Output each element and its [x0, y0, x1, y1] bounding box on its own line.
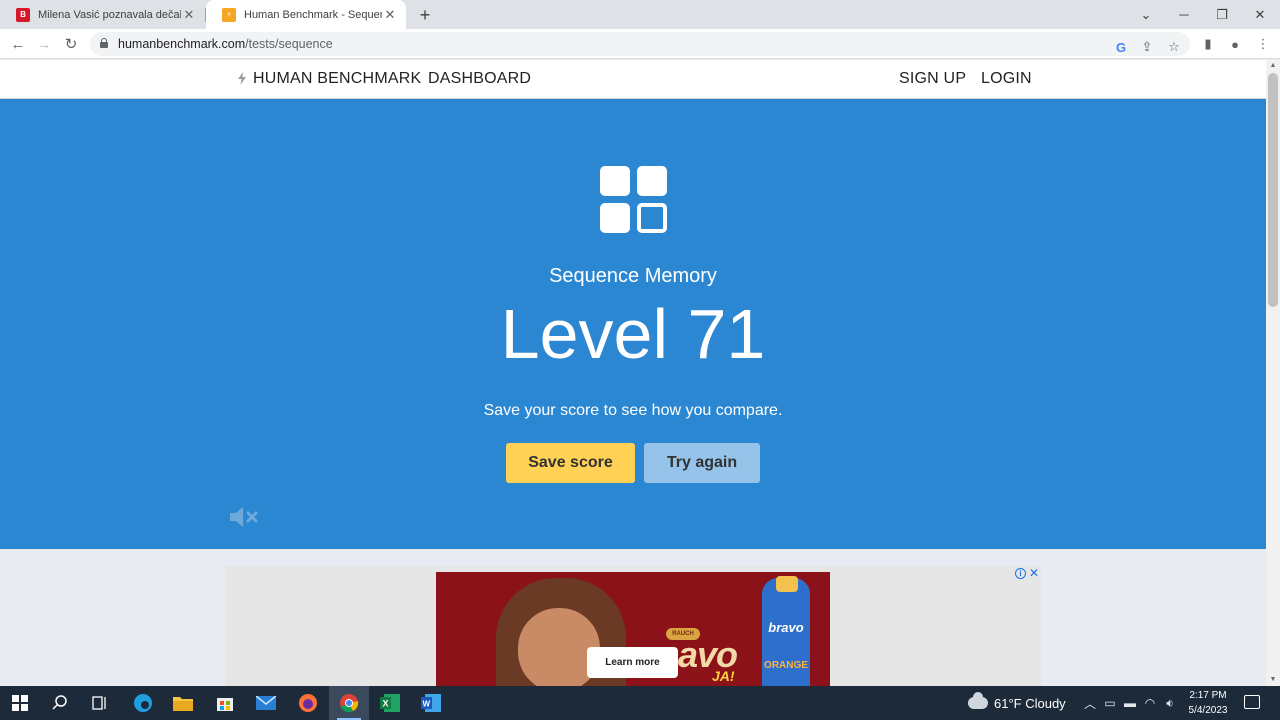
save-score-button[interactable]: Save score — [506, 443, 635, 483]
side-panel-icon[interactable]: ▮ — [1197, 33, 1219, 55]
tab-title: Milena Vasić poznavala dečaka k — [38, 8, 181, 21]
scroll-down-arrow-icon[interactable]: ▼ — [1268, 676, 1278, 684]
login-link[interactable]: LOGIN — [981, 70, 1032, 88]
tab-human-benchmark[interactable]: ⚡ Human Benchmark - Sequence M ✕ — [206, 0, 406, 29]
clock-date: 5/4/2023 — [1188, 705, 1228, 716]
chrome-icon[interactable] — [329, 686, 369, 720]
battery-icon[interactable]: ▬ — [1122, 693, 1138, 713]
tab-search-chevron-icon[interactable]: ⌄ — [1128, 0, 1164, 29]
bookmark-star-icon[interactable]: ☆ — [1163, 36, 1185, 58]
forward-arrow-icon[interactable]: → — [33, 33, 55, 55]
bolt-favicon-icon: ⚡ — [222, 7, 236, 22]
brand-link[interactable]: HUMAN BENCHMARK — [253, 70, 421, 88]
windows-start-icon[interactable] — [0, 686, 40, 720]
notification-center-icon[interactable] — [1244, 695, 1260, 709]
excel-icon[interactable]: X — [370, 686, 410, 720]
save-score-message: Save your score to see how you compare. — [483, 402, 783, 419]
meet-now-icon[interactable]: ▭ — [1102, 693, 1118, 713]
scroll-up-arrow-icon[interactable]: ▲ — [1268, 62, 1278, 70]
mail-icon[interactable] — [246, 686, 286, 720]
weather-widget[interactable]: 61°F Cloudy — [968, 692, 1066, 713]
cloud-icon — [968, 692, 988, 709]
try-again-button[interactable]: Try again — [644, 443, 760, 483]
weather-text: 61°F Cloudy — [994, 695, 1066, 711]
restore-icon[interactable]: ❐ — [1204, 0, 1240, 29]
ad-close-icon[interactable]: ✕ — [1029, 567, 1039, 579]
microsoft-store-icon[interactable] — [205, 686, 245, 720]
level-result: Level 71 — [500, 295, 766, 373]
ad-info-icon[interactable]: i — [1015, 567, 1026, 579]
svg-text:W: W — [423, 700, 431, 709]
browser-toolbar: ← → ↻ humanbenchmark.com/tests/sequence … — [0, 29, 1280, 59]
site-header: HUMAN BENCHMARK DASHBOARD SIGN UP LOGIN — [0, 60, 1266, 99]
clock-time: 2:17 PM — [1189, 690, 1227, 701]
system-clock[interactable]: 2:17 PM 5/4/2023 — [1180, 688, 1236, 718]
ad-badge: JA! — [712, 668, 735, 684]
close-tab-icon[interactable]: ✕ — [382, 7, 398, 23]
share-icon[interactable]: ⇪ — [1136, 36, 1158, 58]
tray-chevron-icon[interactable]: ︿ — [1082, 693, 1098, 713]
word-icon[interactable]: W — [411, 686, 451, 720]
search-icon[interactable] — [40, 686, 80, 720]
close-window-icon[interactable]: ✕ — [1242, 0, 1278, 29]
lock-icon[interactable] — [100, 38, 108, 48]
ad-bottle-brand: bravo — [768, 620, 804, 635]
url-text: humanbenchmark.com/tests/sequence — [118, 37, 333, 51]
ad-bottle-cap — [776, 576, 798, 592]
back-arrow-icon[interactable]: ← — [7, 33, 29, 55]
edge-browser-icon[interactable] — [123, 686, 163, 720]
svg-text:X: X — [383, 699, 389, 709]
mute-speaker-icon[interactable] — [228, 506, 262, 528]
volume-icon[interactable]: 🔉︎ — [1162, 693, 1178, 713]
bolt-logo-icon — [238, 72, 246, 85]
menu-dots-icon[interactable]: ⋮ — [1252, 33, 1274, 55]
profile-avatar-icon[interactable]: ● — [1224, 33, 1246, 55]
dashboard-link[interactable]: DASHBOARD — [428, 70, 531, 88]
new-tab-button[interactable]: + — [414, 4, 436, 26]
test-result-hero: Sequence Memory Level 71 Save your score… — [0, 99, 1266, 549]
sequence-grid-icon — [600, 166, 667, 233]
scrollbar-thumb[interactable] — [1268, 73, 1278, 307]
task-view-icon[interactable] — [80, 686, 120, 720]
minimize-icon[interactable]: ─ — [1166, 0, 1202, 29]
reload-icon[interactable]: ↻ — [60, 33, 82, 55]
signup-link[interactable]: SIGN UP — [899, 70, 966, 88]
address-bar[interactable]: humanbenchmark.com/tests/sequence G ⇪ ☆ — [90, 32, 1190, 56]
close-tab-icon[interactable]: ✕ — [181, 7, 197, 23]
ad-choices[interactable]: i ✕ — [1015, 567, 1041, 579]
ad-bottle-flavor: ORANGE — [764, 660, 808, 671]
google-lens-icon[interactable]: G — [1110, 36, 1132, 58]
file-explorer-icon[interactable] — [163, 686, 203, 720]
ad-learn-more-button[interactable]: Learn more — [587, 647, 678, 678]
tab-milena[interactable]: B Milena Vasić poznavala dečaka k ✕ — [0, 0, 205, 29]
wifi-icon[interactable]: ◠ — [1142, 693, 1158, 713]
firefox-icon[interactable] — [288, 686, 328, 720]
blic-favicon-icon: B — [16, 7, 30, 22]
tab-title: Human Benchmark - Sequence M — [244, 8, 382, 21]
test-name: Sequence Memory — [549, 265, 717, 287]
